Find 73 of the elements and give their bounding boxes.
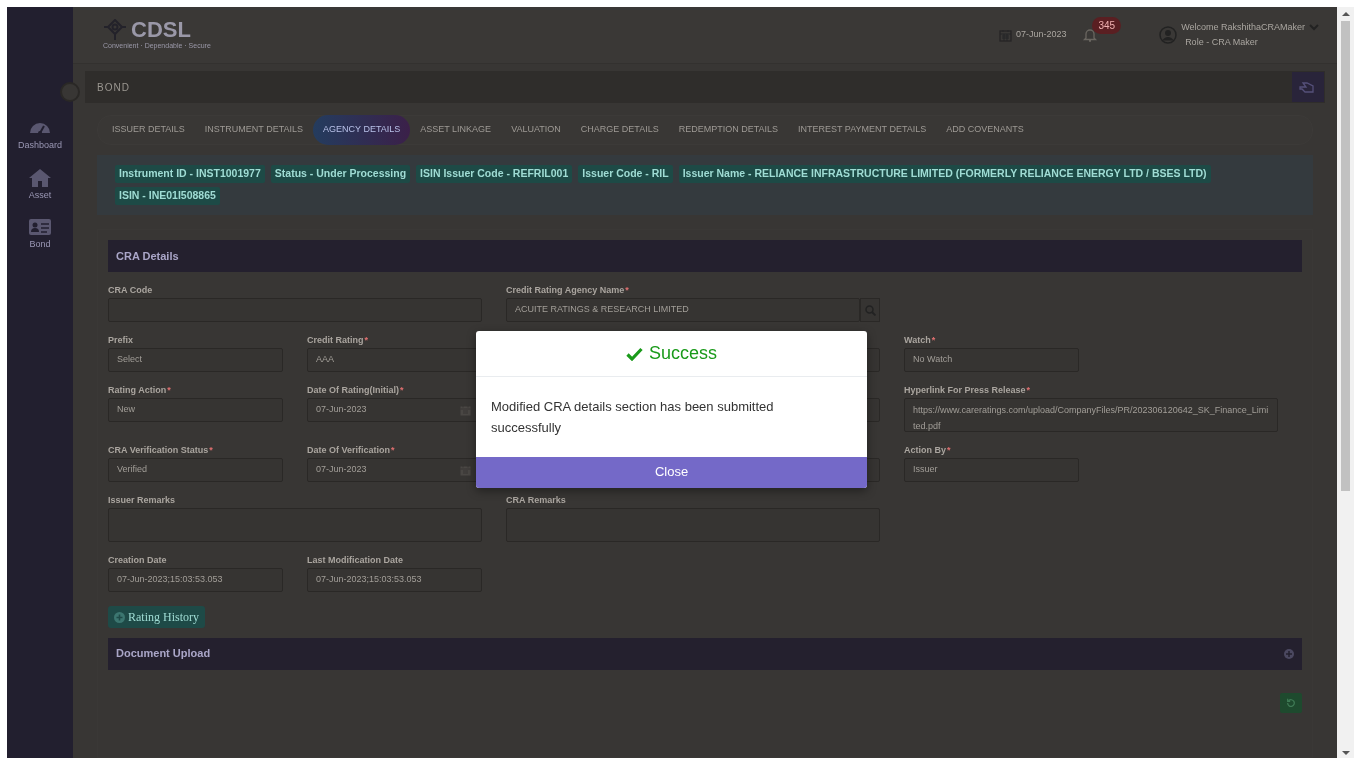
field-label: Credit Rating*: [307, 334, 370, 347]
info-badge: Instrument ID - INST1001977: [115, 165, 265, 183]
rating-history-button[interactable]: Rating History: [108, 606, 205, 628]
input-field[interactable]: Verified: [108, 458, 283, 482]
info-badge: ISIN Issuer Code - REFRIL001: [416, 165, 573, 183]
input-field[interactable]: Select: [108, 348, 283, 372]
dialog-message: Modified CRA details section has been submitted successfully: [490, 398, 775, 437]
field-label: Credit Rating Agency Name*: [506, 284, 630, 297]
pointer-hand-button[interactable]: [1292, 72, 1324, 102]
refresh-button[interactable]: [1280, 692, 1302, 713]
tab[interactable]: INSTRUMENT DETAILS: [194, 115, 314, 145]
field-label: Creation Date: [108, 554, 168, 567]
logo-text: CDSL: [131, 18, 191, 41]
expand-toggle-button[interactable]: [60, 82, 80, 102]
welcome-text: Welcome RakshithaCRAMaker: [1181, 20, 1305, 34]
sidebar-item[interactable]: Bond: [7, 216, 73, 252]
scroll-down-icon[interactable]: [1341, 750, 1350, 756]
tab[interactable]: VALUATION: [501, 115, 571, 145]
notification-count: 345: [1092, 16, 1122, 34]
chevron-down-icon[interactable]: [1309, 23, 1319, 32]
calendar-icon: [460, 404, 471, 418]
field-label: Watch*: [904, 334, 937, 347]
tab[interactable]: ASSET LINKAGE: [410, 115, 502, 145]
field-label: Rating Action*: [108, 384, 172, 397]
plus-circle-icon[interactable]: [1284, 648, 1294, 659]
tab[interactable]: INTEREST PAYMENT DETAILS: [788, 115, 937, 145]
scroll-up-icon[interactable]: [1341, 11, 1350, 17]
field-label: Date Of Rating(Initial)*: [307, 384, 405, 397]
tab[interactable]: REDEMPTION DETAILS: [668, 115, 789, 145]
hand-pointer-icon: [1299, 80, 1317, 94]
checkmark-icon: [626, 346, 643, 361]
field-label: Last Modification Date: [307, 554, 404, 567]
tab[interactable]: AGENCY DETAILS: [313, 115, 411, 145]
field-label: Issuer Remarks: [108, 494, 177, 507]
bell-icon[interactable]: [1082, 26, 1099, 43]
section-header: CRA Details: [108, 240, 1302, 272]
tab[interactable]: ISSUER DETAILS: [102, 115, 195, 145]
input-field[interactable]: 07-Jun-2023;15:03:53.053: [108, 568, 283, 592]
role-text: Role - CRA Maker: [1184, 36, 1259, 49]
house-icon: [28, 166, 52, 189]
input-field[interactable]: New: [108, 398, 283, 422]
scrollbar[interactable]: [1337, 7, 1354, 758]
breadcrumb-text: BOND: [97, 80, 130, 95]
calendar-icon: [460, 464, 471, 478]
date-text: 07-Jun-2023: [1015, 28, 1067, 42]
info-badge: Status - Under Processing: [270, 165, 411, 183]
tab[interactable]: CHARGE DETAILS: [570, 115, 669, 145]
field-label: CRA Verification Status*: [108, 444, 214, 457]
input-field[interactable]: ACUITE RATINGS & RESEARCH LIMITED: [506, 298, 860, 322]
field-label: Date Of Verification*: [307, 444, 396, 457]
sidebar-item[interactable]: Dashboard: [7, 117, 73, 153]
field-label: CRA Remarks: [506, 494, 567, 507]
dialog-title: Success: [649, 342, 717, 365]
close-button[interactable]: Close: [476, 456, 867, 488]
plus-circle-icon: [114, 611, 125, 623]
scroll-thumb[interactable]: [1341, 21, 1350, 491]
info-badge: Issuer Name - RELIANCE INFRASTRUCTURE LIMITED (FORMERLY RELIANCE ENERGY LTD / BSES LTD): [678, 165, 1211, 183]
field-label: CRA Code: [108, 284, 154, 297]
card-icon: [28, 216, 52, 238]
tab[interactable]: ADD COVENANTS: [936, 115, 1034, 145]
text-area[interactable]: https://www.careratings.com/upload/CompanyFiles/PR/202306120642_SK_Finance_Limited.pdf: [904, 398, 1278, 432]
input-field[interactable]: No Watch: [904, 348, 1079, 372]
input-field[interactable]: 07-Jun-2023;15:03:53.053: [307, 568, 482, 592]
field-label: Prefix: [108, 334, 134, 347]
refresh-icon: [1286, 696, 1296, 709]
info-badge: ISIN - INE01I508865: [115, 186, 220, 205]
info-badge: Issuer Code - RIL: [578, 165, 673, 183]
section-title: Document Upload: [116, 646, 211, 662]
sidebar-item[interactable]: Asset: [7, 166, 73, 202]
input-field[interactable]: Issuer: [904, 458, 1079, 482]
user-avatar-icon: [1159, 26, 1178, 44]
field-label: Hyperlink For Press Release*: [904, 384, 1032, 397]
field-label: Action By*: [904, 444, 952, 457]
